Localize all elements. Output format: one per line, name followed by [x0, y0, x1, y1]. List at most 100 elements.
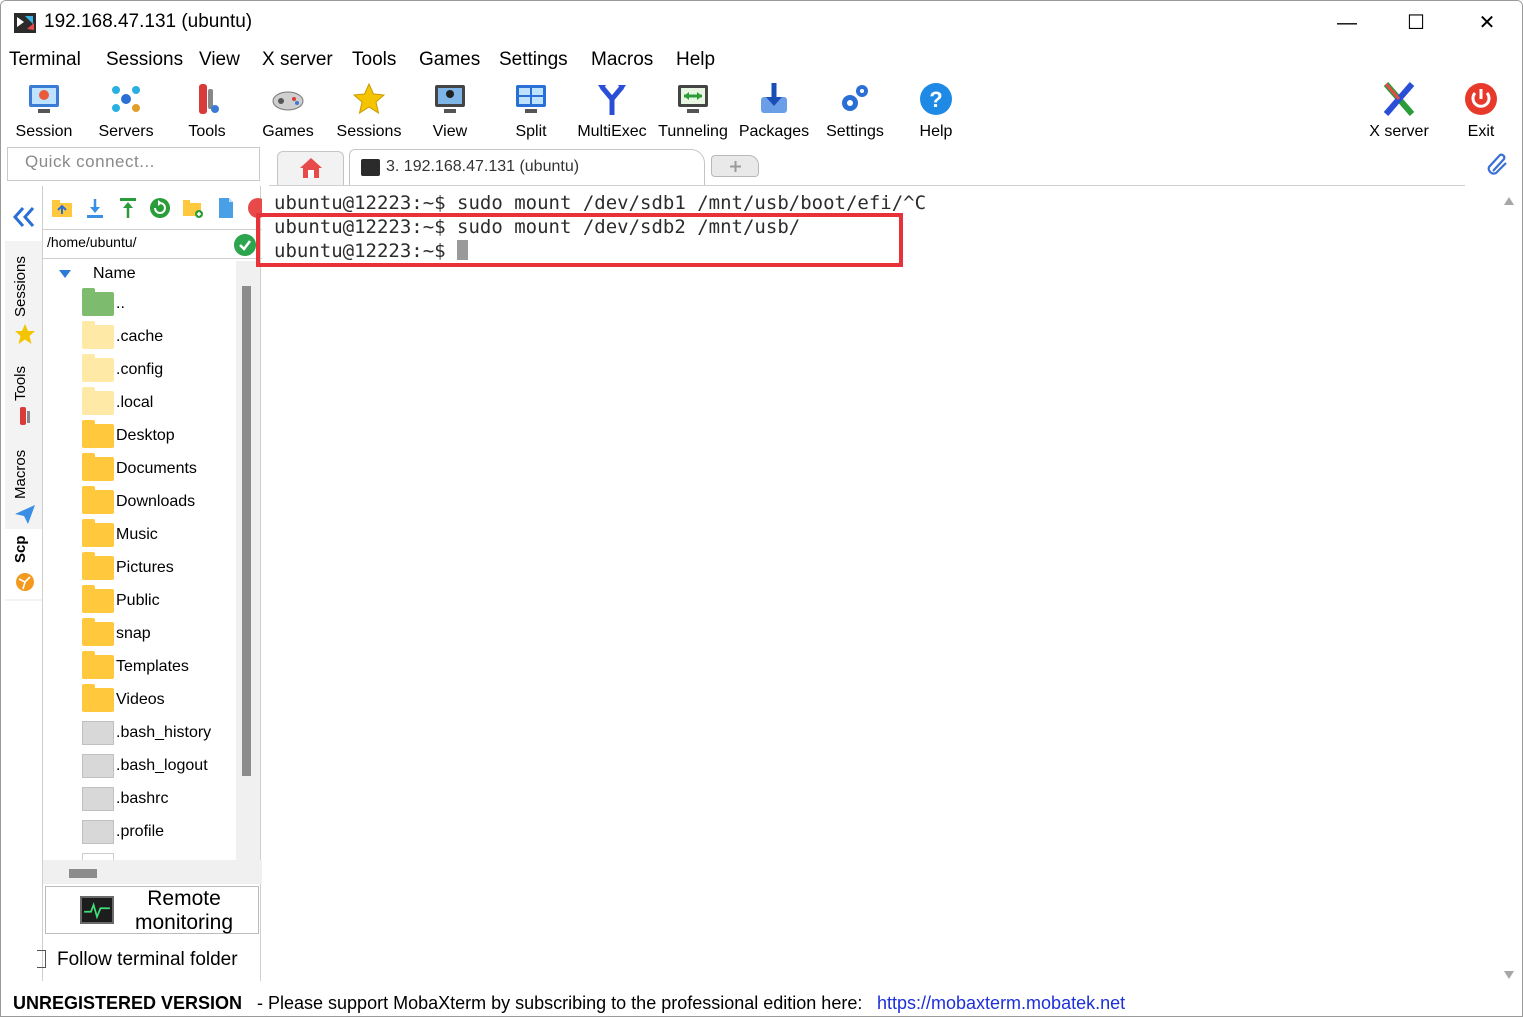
menu-bar: Terminal Sessions View X server Tools Ga…: [1, 45, 1522, 75]
games-button[interactable]: Games: [248, 79, 328, 141]
collapse-sidebar-icon[interactable]: [11, 204, 37, 230]
list-item[interactable]: Templates: [43, 651, 236, 684]
window-title: 192.168.47.131 (ubuntu): [44, 11, 253, 32]
menu-settings[interactable]: Settings: [499, 49, 568, 71]
list-item[interactable]: .profile: [43, 816, 236, 849]
download-icon[interactable]: [84, 197, 106, 219]
file-name: .cache: [116, 328, 164, 345]
power-icon: [1465, 83, 1497, 115]
sessions-button[interactable]: Sessions: [329, 79, 409, 141]
sidebar-tab-scp[interactable]: Scp: [5, 529, 43, 599]
view-monitor-icon: [435, 85, 465, 113]
file-list-scrollbar[interactable]: [242, 286, 251, 776]
checkmark-icon[interactable]: [234, 234, 256, 256]
menu-terminal[interactable]: Terminal: [9, 49, 81, 71]
menu-sessions[interactable]: Sessions: [106, 49, 183, 71]
help-button[interactable]: ? Help: [896, 79, 976, 141]
menu-view[interactable]: View: [199, 49, 240, 71]
tab-ssh-session[interactable]: 3. 192.168.47.131 (ubuntu): [349, 149, 705, 186]
sidebar-tab-macros[interactable]: Macros: [5, 437, 43, 527]
list-item[interactable]: .bash_logout: [43, 750, 236, 783]
list-item[interactable]: Pictures: [43, 552, 236, 585]
x-server-button[interactable]: X server: [1359, 79, 1439, 141]
folder-icon: [82, 420, 114, 448]
view-button[interactable]: View: [410, 79, 490, 141]
gear-icon: [842, 85, 868, 111]
file-name: Desktop: [116, 427, 175, 444]
sidebar-tab-tools-label: Tools: [12, 365, 29, 401]
tab-ssh-session-label: 3. 192.168.47.131 (ubuntu): [386, 158, 580, 175]
file-name: .bashrc: [116, 790, 169, 807]
tools-button[interactable]: Tools: [167, 79, 247, 141]
file-list-hscrollbar[interactable]: [69, 869, 97, 878]
maximize-button[interactable]: ☐: [1393, 7, 1439, 39]
checkbox-box[interactable]: [37, 950, 46, 968]
gamepad-icon: [272, 91, 304, 111]
file-name: Public: [116, 592, 160, 609]
tab-home[interactable]: [277, 151, 344, 185]
list-item[interactable]: snap: [43, 618, 236, 651]
menu-macros[interactable]: Macros: [591, 49, 653, 71]
list-item[interactable]: .bashrc: [43, 783, 236, 816]
file-name: Videos: [116, 691, 165, 708]
list-item[interactable]: .local: [43, 387, 236, 420]
home-icon: [300, 158, 322, 178]
tunneling-button[interactable]: Tunneling: [653, 79, 733, 141]
tunneling-icon: [678, 85, 708, 113]
hidden-folder-icon: [82, 321, 114, 349]
new-file-icon[interactable]: [215, 197, 237, 219]
scroll-up-arrow-icon[interactable]: [1504, 197, 1514, 205]
multiexec-button[interactable]: MultiExec: [572, 79, 652, 141]
file-name: .bash_logout: [116, 757, 208, 774]
upload-icon[interactable]: [117, 197, 139, 219]
split-button[interactable]: Split: [491, 79, 571, 141]
packages-button[interactable]: Packages: [734, 79, 814, 141]
terminal-scrollbar[interactable]: [1498, 187, 1522, 987]
settings-button[interactable]: Settings: [815, 79, 895, 141]
minimize-button[interactable]: —: [1324, 7, 1370, 39]
remote-monitoring-label: Remote monitoring: [134, 887, 234, 934]
mobatek-link[interactable]: https://mobaxterm.mobatek.net: [877, 993, 1125, 1014]
list-item[interactable]: Videos: [43, 684, 236, 717]
list-item[interactable]: Documents: [43, 453, 236, 486]
file-list-header[interactable]: Name: [43, 261, 236, 287]
servers-icon: [112, 86, 140, 112]
list-item[interactable]: .bash_history: [43, 717, 236, 750]
follow-terminal-folder-checkbox[interactable]: Follow terminal folder: [37, 946, 262, 976]
menu-help[interactable]: Help: [676, 49, 715, 71]
servers-button[interactable]: Servers: [86, 79, 166, 141]
list-item[interactable]: Downloads: [43, 486, 236, 519]
file-name: Downloads: [116, 493, 196, 510]
scroll-down-arrow-icon[interactable]: [1504, 971, 1514, 979]
svg-text:?: ?: [929, 87, 942, 112]
new-folder-icon[interactable]: [182, 197, 204, 219]
menu-tools[interactable]: Tools: [352, 49, 396, 71]
hidden-folder-icon: [82, 354, 114, 382]
menu-games[interactable]: Games: [419, 49, 480, 71]
list-item[interactable]: ..: [43, 288, 236, 321]
session-button[interactable]: Session: [4, 79, 84, 141]
terminal-view[interactable]: ubuntu@12223:~$ sudo mount /dev/sdb1 /mn…: [256, 187, 1498, 987]
sidebar-tab-tools[interactable]: Tools: [5, 353, 43, 435]
close-button[interactable]: ✕: [1464, 7, 1510, 39]
quick-connect-input[interactable]: Quick connect...: [7, 147, 260, 181]
file-name: Documents: [116, 460, 197, 477]
list-item[interactable]: Public: [43, 585, 236, 618]
path-input[interactable]: /home/ubuntu/: [43, 229, 262, 259]
list-item[interactable]: Desktop: [43, 420, 236, 453]
exit-button[interactable]: Exit: [1441, 79, 1521, 141]
file-name: .profile: [116, 823, 165, 840]
sidebar-tab-sessions[interactable]: Sessions: [5, 241, 43, 351]
refresh-icon[interactable]: [149, 197, 171, 219]
list-item[interactable]: .config: [43, 354, 236, 387]
remote-monitoring-button[interactable]: Remote monitoring: [45, 886, 259, 934]
list-item[interactable]: .cache: [43, 321, 236, 354]
hidden-folder-icon: [82, 387, 114, 415]
folder-icon: [82, 585, 114, 613]
menu-x-server[interactable]: X server: [262, 49, 333, 71]
new-tab-button[interactable]: [711, 155, 759, 177]
paperclip-icon[interactable]: [1485, 151, 1511, 177]
parent-folder-icon[interactable]: [51, 197, 73, 219]
list-item[interactable]: Music: [43, 519, 236, 552]
file-name: .bash_history: [116, 724, 212, 741]
